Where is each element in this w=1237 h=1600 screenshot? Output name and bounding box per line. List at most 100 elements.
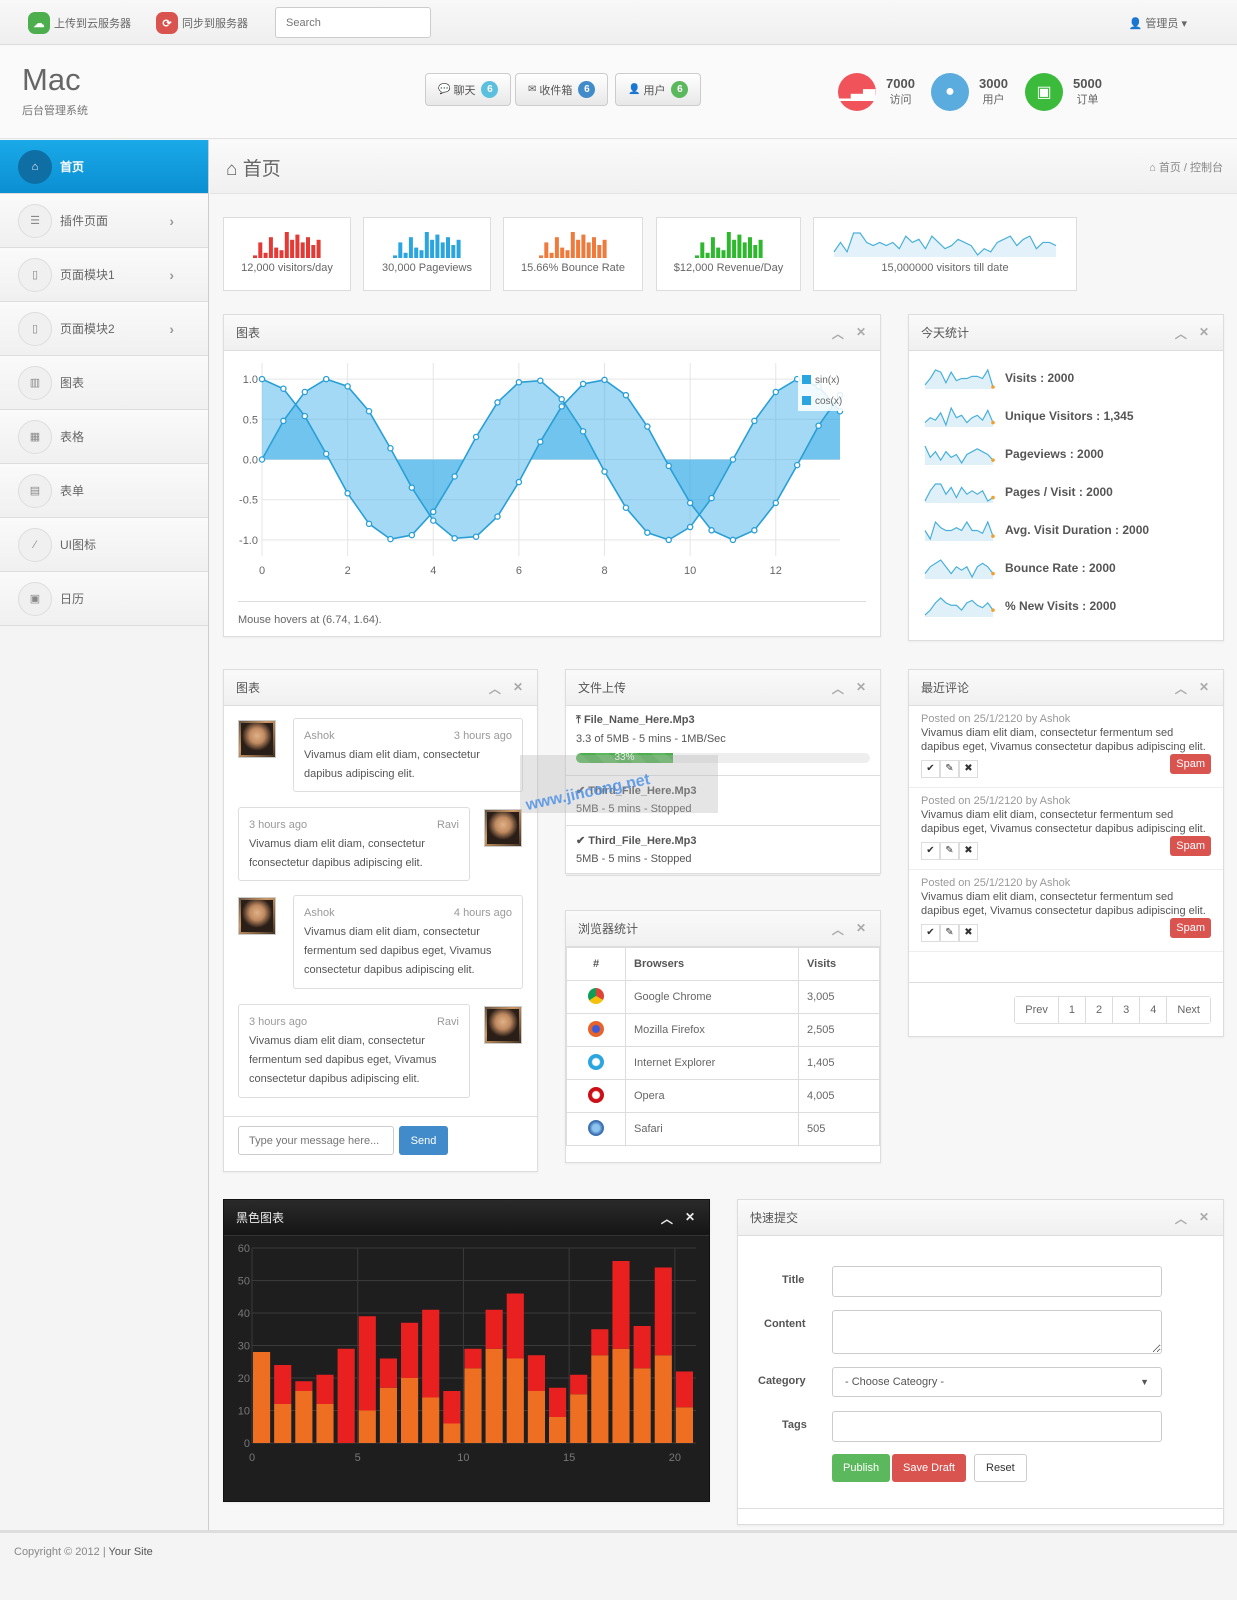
mini-bar (705, 252, 710, 258)
approve-icon[interactable]: ✔ (921, 760, 940, 778)
spam-button[interactable]: Spam (1170, 918, 1211, 938)
edit-pencil-icon[interactable]: ✎ (940, 924, 959, 942)
y-tick-label: 60 (238, 1243, 250, 1255)
safari-icon (588, 1119, 604, 1136)
delete-icon[interactable]: ✖ (959, 842, 978, 860)
chevron-up-icon[interactable]: ︿ (1175, 680, 1187, 697)
today-stat-row: Pageviews : 2000 (909, 435, 1223, 473)
sync-server-button[interactable]: ⟳ 同步到服务器 (156, 12, 248, 34)
data-point (601, 468, 608, 475)
save-draft-button[interactable]: Save Draft (892, 1454, 966, 1482)
signal-icon: ▁▃▅ (838, 73, 876, 111)
mini-bar (554, 237, 559, 258)
chevron-up-icon[interactable]: ︿ (1175, 1210, 1187, 1227)
upload-item: ✔ Third_File_Here.Mp3 5MB - 5 mins - Sto… (566, 826, 880, 876)
page-link-prev[interactable]: Prev (1015, 997, 1059, 1023)
close-icon[interactable]: ✕ (1199, 680, 1209, 697)
chat-button[interactable]: 💬 聊天 6 (425, 73, 512, 106)
box-header: 黑色图表 ︿ ✕ (224, 1200, 709, 1236)
mini-bar (440, 242, 445, 258)
today-stat-label: Bounce Rate : 2000 (1005, 561, 1116, 575)
site-link[interactable]: Your Site (109, 1546, 153, 1558)
browser-icon-cell (566, 1112, 626, 1146)
inbox-button[interactable]: ✉ 收件箱 6 (515, 73, 609, 106)
sidebar-item-8[interactable]: ▣ 日历 (0, 572, 208, 626)
spam-button[interactable]: Spam (1170, 754, 1211, 774)
page-link-2[interactable]: 2 (1086, 997, 1114, 1023)
approve-icon[interactable]: ✔ (921, 924, 940, 942)
chat-message-input[interactable] (238, 1126, 394, 1155)
chevron-up-icon[interactable]: ︿ (832, 921, 844, 938)
sparkline-point (991, 385, 995, 389)
mini-bar (570, 232, 575, 258)
close-icon[interactable]: ✕ (513, 680, 523, 697)
sidebar-item-5[interactable]: ▦ 表格 (0, 410, 208, 464)
page-link-next[interactable]: Next (1167, 997, 1210, 1023)
sidebar-item-7[interactable]: ⁄ UI图标 (0, 518, 208, 572)
close-icon[interactable]: ✕ (1199, 1210, 1209, 1227)
close-icon[interactable]: ✕ (685, 1210, 695, 1227)
publish-button[interactable]: Publish (832, 1454, 891, 1482)
title-input[interactable] (832, 1266, 1162, 1297)
mini-bar (602, 239, 607, 258)
chart-box: 图表 ︿ ✕ 0 2 4 6 8 10 12 1.0 0.5 0.0 -0.5 -1.0 sin(x) co… (223, 314, 881, 637)
comment-meta: Posted on 25/1/2120 by Ashok (921, 877, 1071, 889)
mini-bar (565, 250, 570, 258)
dark-chart-box: 黑色图表 ︿ ✕ 60 50 40 30 20 10 0 0 5 10 15 20 (223, 1199, 710, 1502)
mini-bar (549, 252, 554, 258)
sidebar-item-3[interactable]: ▯ 页面模块2 › (0, 302, 208, 356)
close-icon[interactable]: ✕ (1199, 325, 1209, 342)
bar-series2 (549, 1387, 567, 1417)
sidebar-item-6[interactable]: ▤ 表单 (0, 464, 208, 518)
sparkline (924, 445, 995, 465)
delete-icon[interactable]: ✖ (959, 760, 978, 778)
delete-icon[interactable]: ✖ (959, 924, 978, 942)
comment-item: Posted on 25/1/2120 by Ashok Vivamus diam… (909, 870, 1223, 952)
page-link-3[interactable]: 3 (1113, 997, 1141, 1023)
close-icon[interactable]: ✕ (856, 325, 866, 342)
close-icon[interactable]: ✕ (856, 921, 866, 938)
chat-messages: Ashok 3 hours ago Vivamus diam elit diam,… (224, 706, 537, 1116)
chevron-up-icon[interactable]: ︿ (1175, 325, 1187, 342)
chat-label: 聊天 (453, 84, 476, 97)
chevron-up-icon[interactable]: ︿ (832, 680, 844, 697)
reset-button[interactable]: Reset (974, 1454, 1027, 1482)
data-point (772, 388, 780, 396)
chevron-up-icon[interactable]: ︿ (489, 680, 501, 697)
close-icon[interactable]: ✕ (856, 680, 866, 697)
send-button[interactable]: Send (399, 1126, 448, 1155)
chat-message: Ashok 4 hours ago Vivamus diam elit diam,… (293, 895, 523, 989)
tags-input[interactable] (832, 1411, 1162, 1442)
chevron-up-icon[interactable]: ︿ (832, 325, 844, 342)
spam-button[interactable]: Spam (1170, 836, 1211, 856)
mini-bar (435, 234, 440, 258)
data-point (708, 494, 715, 502)
upload-cloud-button[interactable]: ☁ 上传到云服务器 (28, 12, 131, 34)
breadcrumb-dashboard[interactable]: 控制台 (1190, 162, 1223, 174)
edit-pencil-icon[interactable]: ✎ (940, 760, 959, 778)
edit-pencil-icon[interactable]: ✎ (940, 842, 959, 860)
content-textarea[interactable] (832, 1310, 1162, 1354)
mini-bar (597, 245, 602, 258)
sidebar-item-0[interactable]: ⌂ 首页 (0, 140, 208, 194)
footer: Copyright © 2012 | Your Site (0, 1530, 1237, 1600)
sidebar-item-4[interactable]: ▥ 图表 (0, 356, 208, 410)
chat-message: 3 hours ago Ravi Vivamus diam elit diam, … (238, 807, 470, 881)
mini-bar (403, 252, 408, 258)
breadcrumb-home[interactable]: 首页 (1159, 162, 1181, 174)
category-select[interactable]: - Choose Cateogry - ▼ (832, 1367, 1162, 1397)
chevron-up-icon[interactable]: ︿ (661, 1210, 673, 1227)
mini-bar (279, 250, 284, 258)
y-tick-label: 0 (244, 1438, 250, 1450)
comment-list: Posted on 25/1/2120 by Ashok Vivamus diam… (909, 706, 1223, 952)
approve-icon[interactable]: ✔ (921, 842, 940, 860)
box-title: 图表 (236, 326, 261, 340)
sidebar-item-1[interactable]: ☰ 插件页面 › (0, 194, 208, 248)
bar-series2 (337, 1348, 355, 1443)
search-input[interactable] (275, 7, 431, 38)
users-button[interactable]: 👤 用户 6 (615, 73, 702, 106)
admin-menu[interactable]: 👤 管理员 ▾ (1129, 15, 1187, 31)
sidebar-item-2[interactable]: ▯ 页面模块1 › (0, 248, 208, 302)
page-link-4[interactable]: 4 (1140, 997, 1168, 1023)
page-link-1[interactable]: 1 (1058, 997, 1086, 1023)
